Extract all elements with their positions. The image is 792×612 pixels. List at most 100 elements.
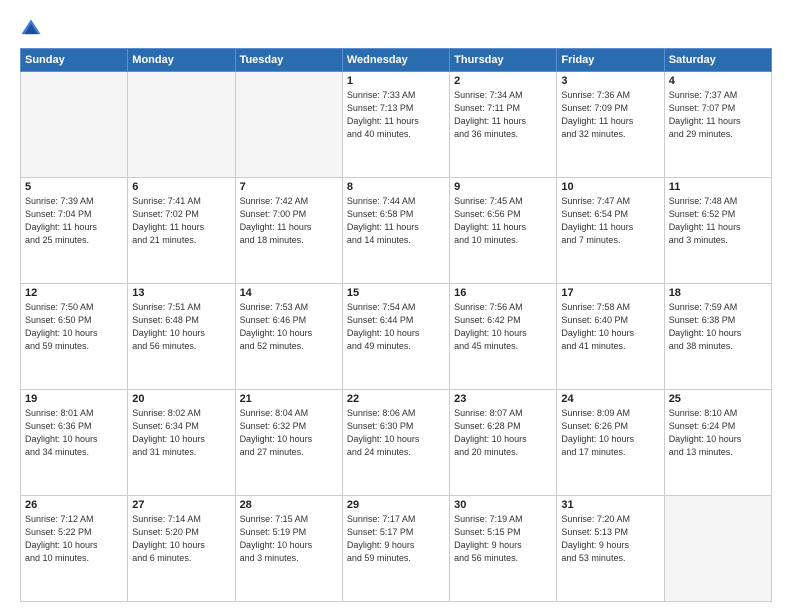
day-number: 31 [561,499,659,511]
calendar-cell: 28 Sunrise: 7:15 AM Sunset: 5:19 PM Dayli… [235,496,342,602]
day-info: Sunrise: 7:50 AM Sunset: 6:50 PM Dayligh… [25,301,123,353]
day-info: Sunrise: 8:06 AM Sunset: 6:30 PM Dayligh… [347,407,445,459]
calendar-cell: 22 Sunrise: 8:06 AM Sunset: 6:30 PM Dayli… [342,390,449,496]
logo [20,18,46,40]
day-info: Sunrise: 8:10 AM Sunset: 6:24 PM Dayligh… [669,407,767,459]
calendar-cell: 4Sunrise: 7:37 AM Sunset: 7:07 PM Daylig… [664,72,771,178]
calendar-cell: 17 Sunrise: 7:58 AM Sunset: 6:40 PM Dayli… [557,284,664,390]
day-number: 16 [454,287,552,299]
page: SundayMondayTuesdayWednesdayThursdayFrid… [0,0,792,612]
day-info: Sunrise: 7:12 AM Sunset: 5:22 PM Dayligh… [25,513,123,565]
day-number: 6 [132,181,230,193]
calendar-cell: 11 Sunrise: 7:48 AM Sunset: 6:52 PM Dayli… [664,178,771,284]
calendar-table: SundayMondayTuesdayWednesdayThursdayFrid… [20,48,772,602]
day-number: 4 [669,75,767,87]
day-number: 5 [25,181,123,193]
day-number: 20 [132,393,230,405]
day-number: 21 [240,393,338,405]
day-header-monday: Monday [128,49,235,72]
calendar-cell: 6 Sunrise: 7:41 AM Sunset: 7:02 PM Daylig… [128,178,235,284]
day-info: Sunrise: 8:01 AM Sunset: 6:36 PM Dayligh… [25,407,123,459]
calendar-week-4: 19 Sunrise: 8:01 AM Sunset: 6:36 PM Dayli… [21,390,772,496]
calendar-cell: 29Sunrise: 7:17 AM Sunset: 5:17 PM Dayli… [342,496,449,602]
calendar-week-3: 12Sunrise: 7:50 AM Sunset: 6:50 PM Dayli… [21,284,772,390]
calendar-cell: 5 Sunrise: 7:39 AM Sunset: 7:04 PM Daylig… [21,178,128,284]
day-number: 24 [561,393,659,405]
day-number: 26 [25,499,123,511]
calendar-cell: 15 Sunrise: 7:54 AM Sunset: 6:44 PM Dayli… [342,284,449,390]
day-info: Sunrise: 7:34 AM Sunset: 7:11 PM Dayligh… [454,89,552,141]
day-number: 23 [454,393,552,405]
day-header-sunday: Sunday [21,49,128,72]
day-number: 19 [25,393,123,405]
calendar-cell: 2 Sunrise: 7:34 AM Sunset: 7:11 PM Daylig… [450,72,557,178]
calendar-cell: 13Sunrise: 7:51 AM Sunset: 6:48 PM Dayli… [128,284,235,390]
calendar-cell: 9Sunrise: 7:45 AM Sunset: 6:56 PM Daylig… [450,178,557,284]
day-info: Sunrise: 8:02 AM Sunset: 6:34 PM Dayligh… [132,407,230,459]
logo-icon [20,18,42,40]
calendar-cell: 19 Sunrise: 8:01 AM Sunset: 6:36 PM Dayli… [21,390,128,496]
calendar-cell: 27 Sunrise: 7:14 AM Sunset: 5:20 PM Dayli… [128,496,235,602]
calendar-cell [664,496,771,602]
day-number: 13 [132,287,230,299]
calendar-cell: 31 Sunrise: 7:20 AM Sunset: 5:13 PM Dayli… [557,496,664,602]
day-info: Sunrise: 7:39 AM Sunset: 7:04 PM Dayligh… [25,195,123,247]
day-header-saturday: Saturday [664,49,771,72]
day-number: 10 [561,181,659,193]
day-info: Sunrise: 7:41 AM Sunset: 7:02 PM Dayligh… [132,195,230,247]
calendar-cell: 3 Sunrise: 7:36 AM Sunset: 7:09 PM Daylig… [557,72,664,178]
day-info: Sunrise: 8:09 AM Sunset: 6:26 PM Dayligh… [561,407,659,459]
day-header-tuesday: Tuesday [235,49,342,72]
calendar-cell: 12Sunrise: 7:50 AM Sunset: 6:50 PM Dayli… [21,284,128,390]
day-header-wednesday: Wednesday [342,49,449,72]
calendar-cell: 25Sunrise: 8:10 AM Sunset: 6:24 PM Dayli… [664,390,771,496]
day-info: Sunrise: 7:19 AM Sunset: 5:15 PM Dayligh… [454,513,552,565]
day-info: Sunrise: 8:07 AM Sunset: 6:28 PM Dayligh… [454,407,552,459]
calendar-cell [235,72,342,178]
day-info: Sunrise: 7:17 AM Sunset: 5:17 PM Dayligh… [347,513,445,565]
calendar-body: 1 Sunrise: 7:33 AM Sunset: 7:13 PM Daylig… [21,72,772,602]
day-info: Sunrise: 7:14 AM Sunset: 5:20 PM Dayligh… [132,513,230,565]
calendar-week-1: 1 Sunrise: 7:33 AM Sunset: 7:13 PM Daylig… [21,72,772,178]
calendar-cell: 18 Sunrise: 7:59 AM Sunset: 6:38 PM Dayli… [664,284,771,390]
day-number: 8 [347,181,445,193]
calendar-cell: 7 Sunrise: 7:42 AM Sunset: 7:00 PM Daylig… [235,178,342,284]
day-number: 22 [347,393,445,405]
day-info: Sunrise: 7:48 AM Sunset: 6:52 PM Dayligh… [669,195,767,247]
day-number: 17 [561,287,659,299]
day-info: Sunrise: 7:42 AM Sunset: 7:00 PM Dayligh… [240,195,338,247]
day-info: Sunrise: 7:56 AM Sunset: 6:42 PM Dayligh… [454,301,552,353]
day-info: Sunrise: 7:45 AM Sunset: 6:56 PM Dayligh… [454,195,552,247]
calendar-cell: 21 Sunrise: 8:04 AM Sunset: 6:32 PM Dayli… [235,390,342,496]
calendar-cell: 16 Sunrise: 7:56 AM Sunset: 6:42 PM Dayli… [450,284,557,390]
day-info: Sunrise: 7:58 AM Sunset: 6:40 PM Dayligh… [561,301,659,353]
calendar-header-row: SundayMondayTuesdayWednesdayThursdayFrid… [21,49,772,72]
day-info: Sunrise: 7:54 AM Sunset: 6:44 PM Dayligh… [347,301,445,353]
calendar-cell: 26 Sunrise: 7:12 AM Sunset: 5:22 PM Dayli… [21,496,128,602]
day-info: Sunrise: 7:59 AM Sunset: 6:38 PM Dayligh… [669,301,767,353]
day-info: Sunrise: 7:36 AM Sunset: 7:09 PM Dayligh… [561,89,659,141]
calendar-cell: 8Sunrise: 7:44 AM Sunset: 6:58 PM Daylig… [342,178,449,284]
day-header-friday: Friday [557,49,664,72]
day-number: 15 [347,287,445,299]
calendar-cell: 20 Sunrise: 8:02 AM Sunset: 6:34 PM Dayli… [128,390,235,496]
day-info: Sunrise: 7:15 AM Sunset: 5:19 PM Dayligh… [240,513,338,565]
calendar-cell [21,72,128,178]
day-header-thursday: Thursday [450,49,557,72]
day-number: 28 [240,499,338,511]
day-number: 18 [669,287,767,299]
day-number: 2 [454,75,552,87]
day-info: Sunrise: 7:20 AM Sunset: 5:13 PM Dayligh… [561,513,659,565]
day-info: Sunrise: 7:47 AM Sunset: 6:54 PM Dayligh… [561,195,659,247]
day-number: 14 [240,287,338,299]
day-info: Sunrise: 8:04 AM Sunset: 6:32 PM Dayligh… [240,407,338,459]
day-number: 3 [561,75,659,87]
day-number: 11 [669,181,767,193]
day-number: 30 [454,499,552,511]
day-number: 7 [240,181,338,193]
calendar-cell: 1 Sunrise: 7:33 AM Sunset: 7:13 PM Daylig… [342,72,449,178]
day-info: Sunrise: 7:33 AM Sunset: 7:13 PM Dayligh… [347,89,445,141]
day-number: 1 [347,75,445,87]
calendar-week-5: 26 Sunrise: 7:12 AM Sunset: 5:22 PM Dayli… [21,496,772,602]
day-number: 27 [132,499,230,511]
